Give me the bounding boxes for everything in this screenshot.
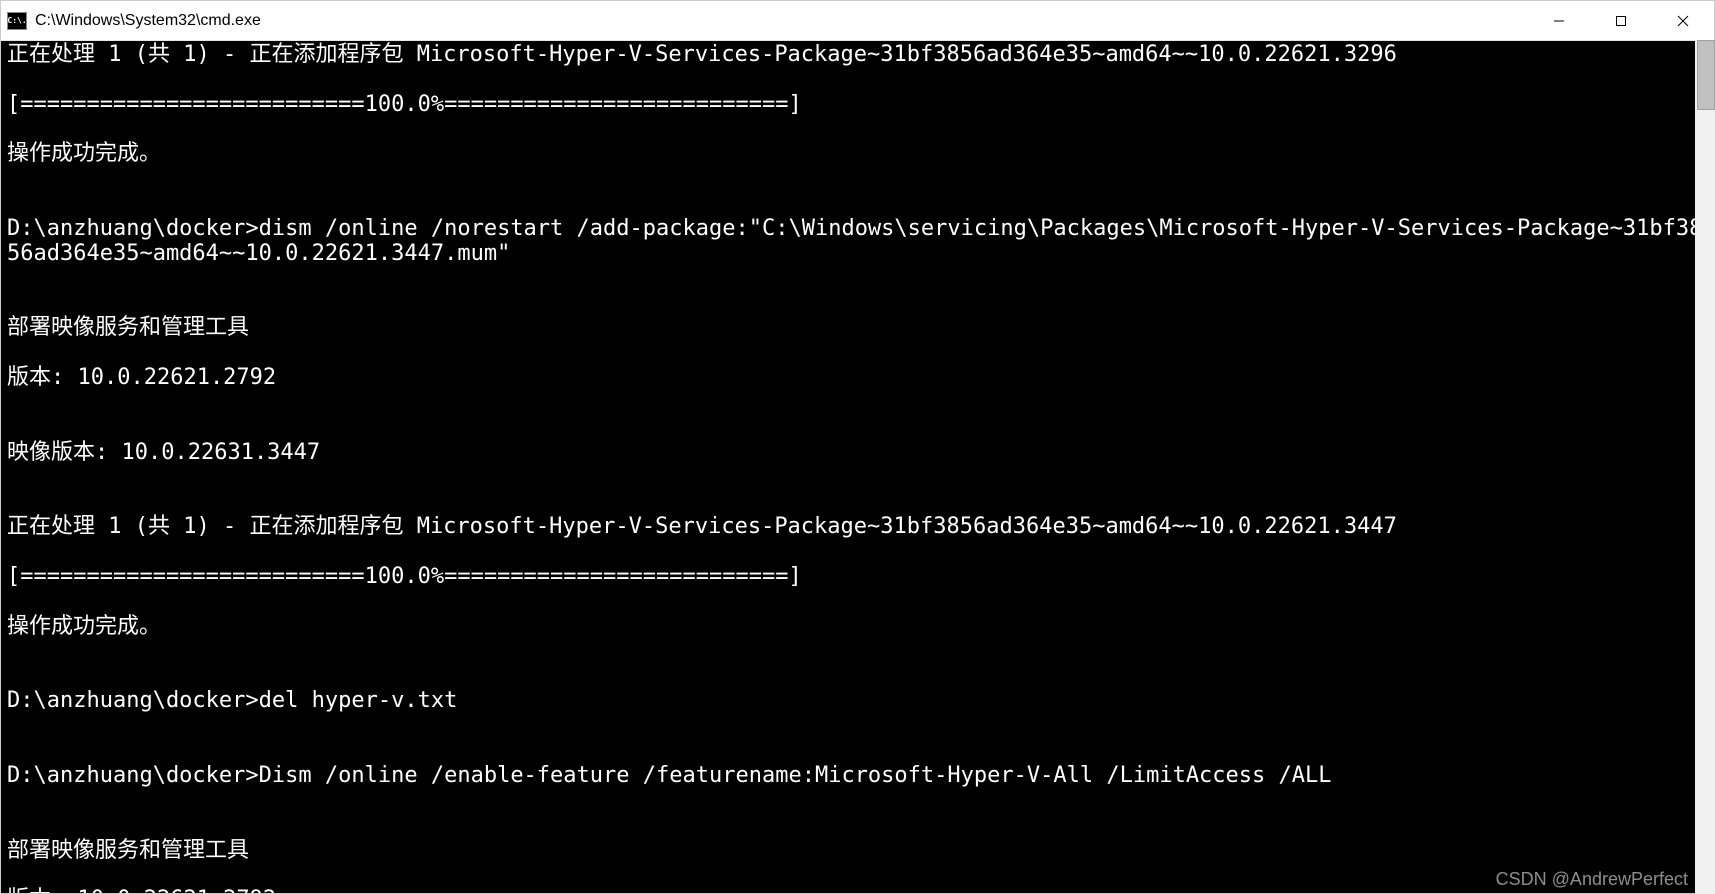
window-controls [1528, 1, 1714, 40]
terminal-line: 正在处理 1 (共 1) - 正在添加程序包 Microsoft-Hyper-V… [7, 515, 1708, 540]
minimize-icon [1553, 15, 1565, 27]
terminal-line: 正在处理 1 (共 1) - 正在添加程序包 Microsoft-Hyper-V… [7, 43, 1708, 68]
maximize-button[interactable] [1590, 1, 1652, 40]
vertical-scrollbar[interactable] [1695, 40, 1715, 894]
terminal-line: 部署映像服务和管理工具 [7, 839, 1708, 864]
terminal-line: 操作成功完成。 [7, 615, 1708, 640]
window-title: C:\Windows\System32\cmd.exe [35, 12, 261, 30]
terminal-line: 版本: 10.0.22621.2792 [7, 366, 1708, 391]
minimize-button[interactable] [1528, 1, 1590, 40]
terminal-output[interactable]: 正在处理 1 (共 1) - 正在添加程序包 Microsoft-Hyper-V… [1, 41, 1714, 893]
titlebar-left: C:\. C:\Windows\System32\cmd.exe [7, 12, 261, 30]
terminal-line: [==========================100.0%=======… [7, 93, 1708, 118]
terminal-line: 部署映像服务和管理工具 [7, 316, 1708, 341]
terminal-line: D:\anzhuang\docker>dism /online /noresta… [7, 217, 1708, 267]
terminal-line: D:\anzhuang\docker>Dism /online /enable-… [7, 764, 1708, 789]
titlebar[interactable]: C:\. C:\Windows\System32\cmd.exe [1, 1, 1714, 41]
maximize-icon [1615, 15, 1627, 27]
terminal-line: [==========================100.0%=======… [7, 565, 1708, 590]
terminal-line: 映像版本: 10.0.22631.3447 [7, 441, 1708, 466]
close-icon [1677, 15, 1689, 27]
cmd-icon: C:\. [7, 12, 27, 30]
watermark: CSDN @AndrewPerfect [1496, 869, 1688, 889]
terminal-line: 操作成功完成。 [7, 142, 1708, 167]
scrollbar-thumb[interactable] [1697, 40, 1715, 110]
close-button[interactable] [1652, 1, 1714, 40]
cmd-window: C:\. C:\Windows\System32\cmd.exe 正在处理 1 … [0, 0, 1715, 894]
terminal-line: 版本: 10.0.22621.2792 [7, 888, 1708, 893]
terminal-line: D:\anzhuang\docker>del hyper-v.txt [7, 689, 1708, 714]
